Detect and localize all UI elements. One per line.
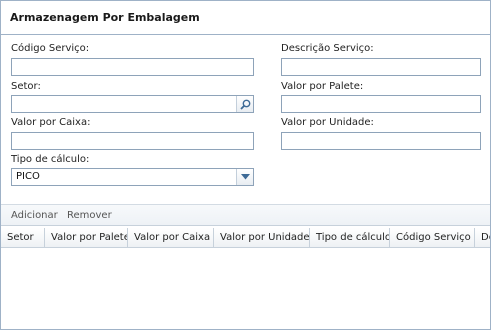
descricao-servico-label: Descrição Serviço: xyxy=(281,43,374,54)
setor-field[interactable] xyxy=(11,95,254,113)
tipo-calculo-value: PICO xyxy=(16,171,40,182)
valor-unidade-input[interactable] xyxy=(282,133,480,149)
chevron-down-icon[interactable] xyxy=(236,169,253,185)
storage-panel: Armazenagem Por Embalagem Código Serviço… xyxy=(0,0,491,330)
valor-palete-field[interactable] xyxy=(281,95,481,113)
panel-title: Armazenagem Por Embalagem xyxy=(10,11,200,24)
column-header-valor-palete[interactable]: Valor por Palete xyxy=(45,228,128,247)
codigo-servico-field[interactable] xyxy=(11,58,254,76)
valor-caixa-label: Valor por Caixa: xyxy=(11,117,91,128)
tipo-calculo-select[interactable]: PICO xyxy=(11,168,254,186)
setor-input[interactable] xyxy=(12,96,238,112)
valor-unidade-label: Valor por Unidade: xyxy=(281,117,374,128)
grid-body xyxy=(1,248,490,330)
add-button[interactable]: Adicionar xyxy=(11,210,58,221)
valor-palete-input[interactable] xyxy=(282,96,480,112)
valor-caixa-field[interactable] xyxy=(11,132,254,150)
search-icon[interactable] xyxy=(236,96,253,112)
column-header-codigo-servico[interactable]: Código Serviço xyxy=(390,228,475,247)
codigo-servico-input[interactable] xyxy=(12,59,253,75)
column-header-descricao[interactable]: De xyxy=(475,228,490,247)
codigo-servico-label: Código Serviço: xyxy=(11,43,90,54)
valor-unidade-field[interactable] xyxy=(281,132,481,150)
grid-header: Setor Valor por Palete Valor por Caixa V… xyxy=(1,228,490,248)
valor-palete-label: Valor por Palete: xyxy=(281,81,364,92)
panel-header: Armazenagem Por Embalagem xyxy=(1,1,490,35)
descricao-servico-field[interactable] xyxy=(281,58,481,76)
column-header-valor-caixa[interactable]: Valor por Caixa xyxy=(128,228,214,247)
descricao-servico-input[interactable] xyxy=(282,59,480,75)
remove-button[interactable]: Remover xyxy=(67,210,112,221)
column-header-tipo-calculo[interactable]: Tipo de cálculo xyxy=(310,228,390,247)
setor-label: Setor: xyxy=(11,81,41,92)
column-header-setor[interactable]: Setor xyxy=(1,228,45,247)
tipo-calculo-label: Tipo de cálculo: xyxy=(11,154,90,165)
column-header-valor-unidade[interactable]: Valor por Unidade xyxy=(214,228,310,247)
valor-caixa-input[interactable] xyxy=(12,133,253,149)
grid-toolbar: Adicionar Remover xyxy=(1,204,490,226)
